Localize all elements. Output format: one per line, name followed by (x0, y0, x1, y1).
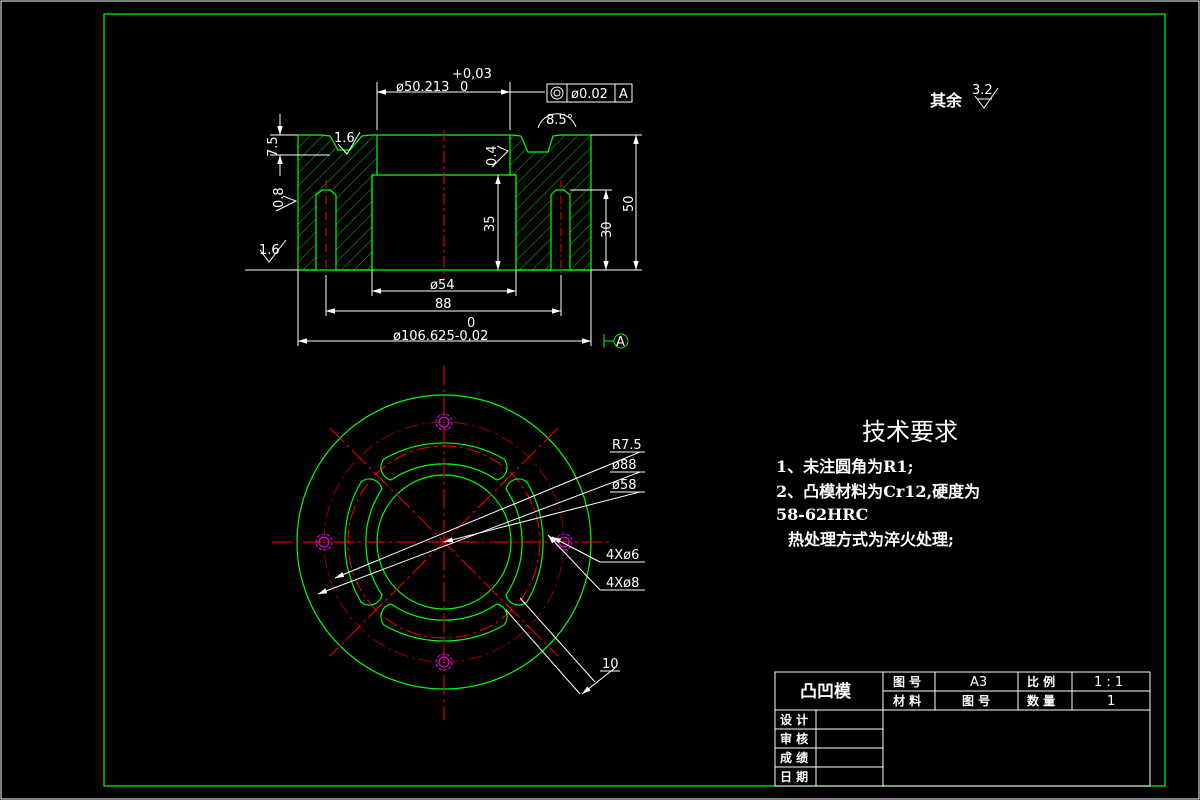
roughness-top: 1.6 (334, 131, 355, 146)
roughness-bottom: 1.6 (259, 243, 280, 258)
cad-drawing: 其余 3.2 +0,03 ø50.213 0 ø0.02 A 8.5° 1.6 … (0, 0, 1200, 800)
qty-value: 1 (1107, 694, 1115, 709)
tech-line-2: 2、凸模材料为Cr12,硬度为 (776, 482, 980, 501)
large-holes-label: 4Xø8 (606, 576, 639, 591)
width-label: 10 (602, 657, 619, 672)
surface-finish-prefix: 其余 (930, 91, 963, 110)
roughness-bore: 0.4 (485, 145, 500, 166)
roughness-side: 0.8 (272, 187, 287, 208)
tech-line-4: 热处理方式为淬火处理; (788, 530, 954, 549)
tech-line-3: 58-62HRC (776, 505, 868, 524)
inner-frame (103, 13, 1166, 787)
drawing-no-label: 图 号 (893, 674, 921, 689)
total-height-dim: 50 (622, 195, 637, 212)
angle-dim: 8.5° (546, 113, 573, 128)
tolerance-datum: A (619, 87, 628, 102)
bore-bottom-dim: ø54 (430, 278, 455, 293)
datum-letter: A (616, 335, 625, 350)
groove-depth-dim: 7.5 (266, 136, 281, 157)
date-label: 日 期 (780, 769, 808, 784)
general-surface-finish: 其余 3.2 (930, 83, 999, 110)
inner-dia-label: ø58 (612, 478, 637, 493)
pitch-dim: 88 (435, 297, 452, 312)
design-label: 设 计 (780, 712, 808, 727)
bore-depth-dim: 35 (483, 215, 498, 232)
slot-radius-label: R7.5 (612, 438, 642, 453)
material-value: 图 号 (962, 693, 990, 708)
material-label: 材 料 (892, 693, 921, 708)
surface-finish-value: 3.2 (972, 83, 993, 98)
scale-label: 比 例 (1027, 674, 1055, 689)
small-holes-label: 4Xø6 (606, 548, 639, 563)
technical-requirements: 技术要求 1、未注圆角为R1; 2、凸模材料为Cr12,硬度为 58-62HRC… (776, 418, 980, 549)
right-wall-section (509, 134, 592, 271)
bore-tol-upper: +0,03 (452, 67, 492, 82)
section-view: +0,03 ø50.213 0 ø0.02 A 8.5° 1.6 0.8 1.6… (245, 67, 642, 350)
part-name: 凸凹模 (800, 681, 852, 702)
tech-line-1: 1、未注圆角为R1; (776, 457, 913, 476)
slot-pitch-label: ø88 (612, 458, 637, 473)
pin-depth-dim: 30 (600, 221, 615, 238)
drawing-no: A3 (970, 675, 987, 690)
bore-top-dim: ø50.213 (396, 80, 449, 95)
review-label: 审 核 (780, 731, 808, 746)
tolerance-value: ø0.02 (571, 87, 608, 102)
plan-view: R7.5 ø88 ø58 4Xø6 4Xø8 10 (272, 365, 645, 720)
tech-title: 技术要求 (862, 418, 958, 446)
qty-label: 数 量 (1027, 693, 1055, 708)
bore-tol-lower: 0 (460, 80, 468, 95)
scale-value: 1 : 1 (1094, 675, 1123, 690)
outer-dia-dim: ø106.625-0,02 (393, 329, 488, 344)
datum-a-symbol: A (603, 333, 629, 350)
grade-label: 成 绩 (780, 750, 808, 765)
geometric-tolerance-frame: ø0.02 A (546, 83, 633, 103)
